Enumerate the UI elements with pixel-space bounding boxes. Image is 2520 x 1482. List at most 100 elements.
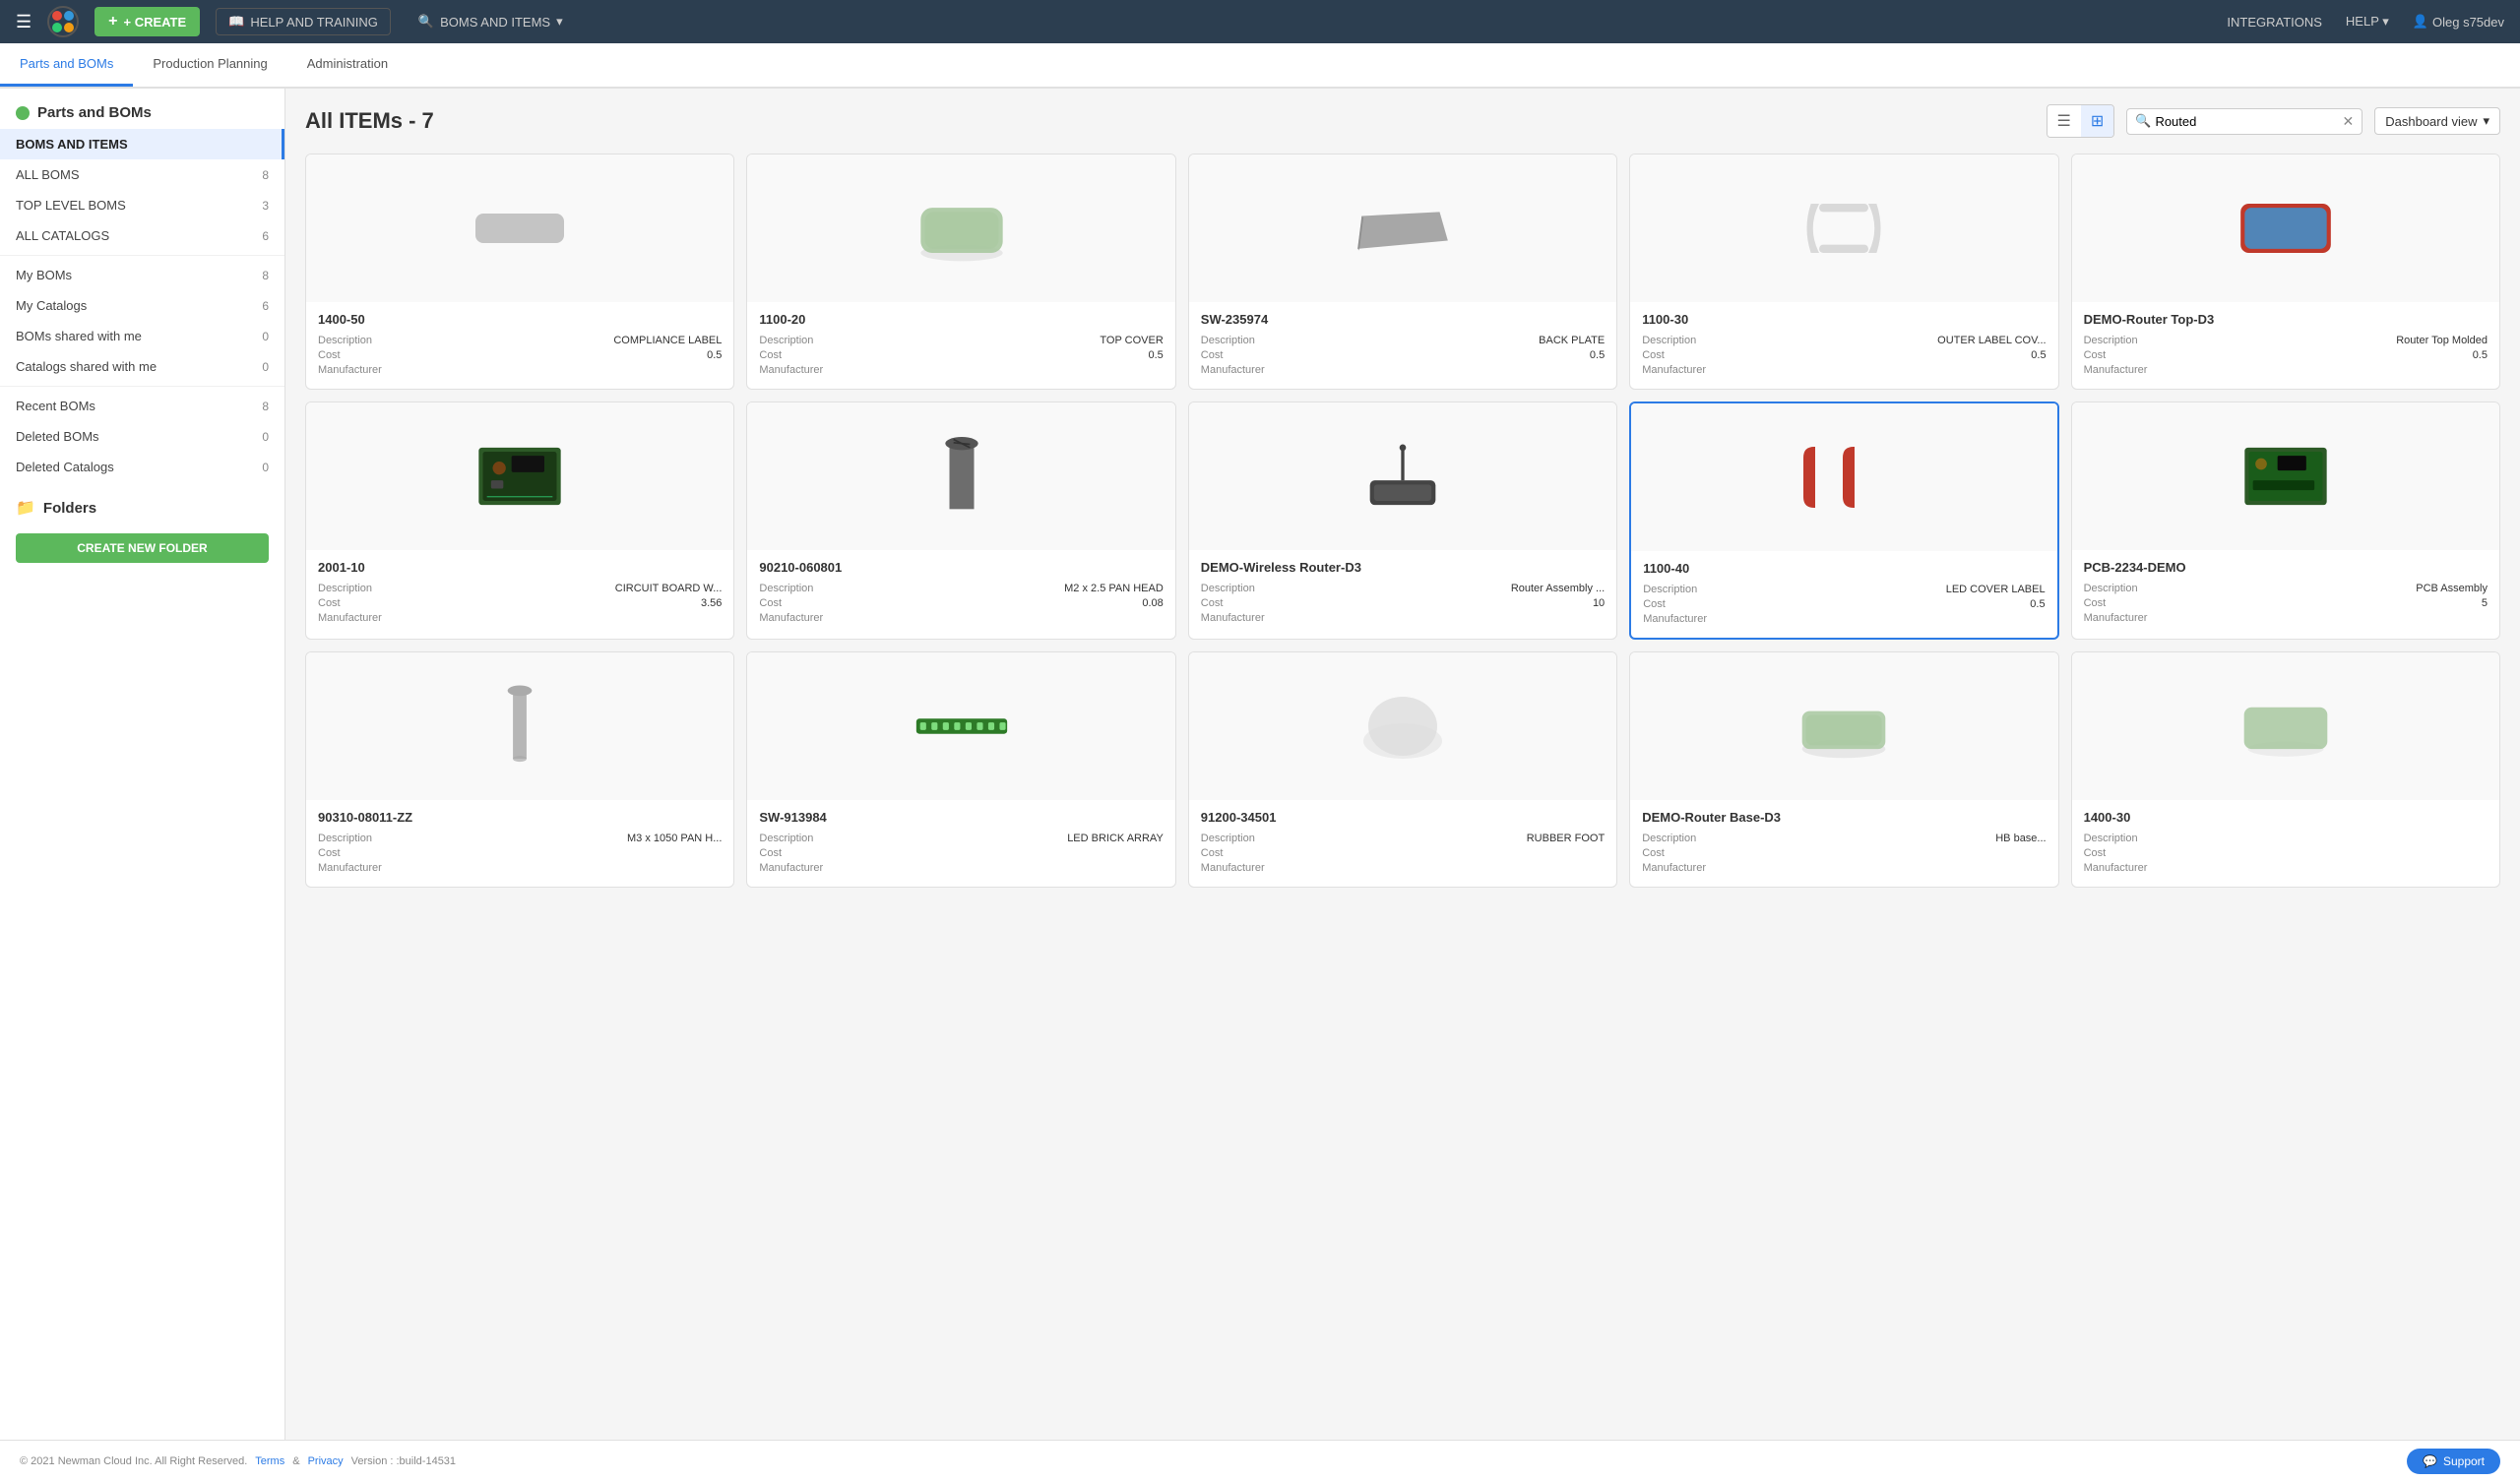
item-manufacturer-row: Manufacturer (318, 862, 722, 874)
item-manufacturer-row: Manufacturer (1201, 862, 1605, 874)
content-header-right: ☰ ⊞ 🔍 ✕ Dashboard view ▾ (2047, 104, 2501, 138)
item-manufacturer-row: Manufacturer (759, 862, 1163, 874)
item-card[interactable]: 1400-50DescriptionCOMPLIANCE LABELCost0.… (305, 154, 734, 390)
item-card[interactable]: 2001-10DescriptionCIRCUIT BOARD W...Cost… (305, 401, 734, 640)
item-manufacturer-row: Manufacturer (759, 612, 1163, 624)
create-button[interactable]: + + CREATE (94, 7, 200, 36)
item-description-row: DescriptionRouter Assembly ... (1201, 583, 1605, 594)
cost-label: Cost (1201, 597, 1224, 609)
sidebar: Parts and BOMs BOMS AND ITEMS ALL BOMS 8… (0, 89, 285, 1440)
tab-parts-boms[interactable]: Parts and BOMs (0, 43, 133, 87)
sidebar-item-all-catalogs[interactable]: ALL CATALOGS 6 (0, 220, 284, 251)
boms-items-search-button[interactable]: 🔍 BOMS AND ITEMS ▾ (407, 9, 575, 34)
item-card[interactable]: DEMO-Router Base-D3 DescriptionHB base...… (1629, 651, 2058, 888)
dashboard-view-select[interactable]: Dashboard view ▾ (2374, 107, 2500, 135)
items-grid: 1400-50DescriptionCOMPLIANCE LABELCost0.… (305, 154, 2500, 888)
sidebar-item-recent-boms[interactable]: Recent BOMs 8 (0, 391, 284, 421)
support-button[interactable]: 💬 Support (2407, 1449, 2500, 1474)
item-description-row: DescriptionHB base... (1642, 833, 2046, 844)
manufacturer-label: Manufacturer (759, 612, 823, 624)
cost-value: 0.5 (2031, 349, 2046, 361)
section-dot (16, 106, 30, 120)
hamburger-menu[interactable]: ☰ (16, 12, 32, 32)
cost-label: Cost (1201, 847, 1224, 859)
help-link[interactable]: HELP ▾ (2346, 14, 2389, 30)
item-image (2072, 402, 2499, 550)
app-logo (47, 6, 79, 37)
description-value: LED BRICK ARRAY (1067, 833, 1164, 844)
sidebar-item-all-boms[interactable]: ALL BOMS 8 (0, 159, 284, 190)
user-menu[interactable]: 👤 Oleg s75dev (2413, 14, 2504, 30)
description-label: Description (1201, 583, 1255, 594)
item-description-row: DescriptionTOP COVER (759, 335, 1163, 346)
top-bar-right: INTEGRATIONS HELP ▾ 👤 Oleg s75dev (2227, 14, 2504, 30)
description-value: RUBBER FOOT (1527, 833, 1605, 844)
sidebar-item-boms-and-items[interactable]: BOMS AND ITEMS (0, 129, 284, 159)
description-label: Description (759, 833, 813, 844)
search-icon: 🔍 (2135, 113, 2151, 129)
cost-label: Cost (318, 847, 341, 859)
description-value: M3 x 1050 PAN H... (627, 833, 722, 844)
cost-value: 0.5 (1149, 349, 1164, 361)
sidebar-divider-2 (0, 386, 284, 387)
description-value: M2 x 2.5 PAN HEAD (1064, 583, 1164, 594)
item-description-row: DescriptionRUBBER FOOT (1201, 833, 1605, 844)
description-value: OUTER LABEL COV... (1937, 335, 2046, 346)
item-id: 90310-08011-ZZ (318, 810, 722, 825)
cost-label: Cost (1642, 847, 1665, 859)
item-id: SW-235974 (1201, 312, 1605, 327)
sidebar-item-boms-shared[interactable]: BOMs shared with me 0 (0, 321, 284, 351)
cost-label: Cost (759, 847, 782, 859)
item-manufacturer-row: Manufacturer (1643, 613, 2045, 625)
privacy-link[interactable]: Privacy (308, 1455, 344, 1467)
support-icon: 💬 (2423, 1454, 2437, 1468)
terms-link[interactable]: Terms (255, 1455, 284, 1467)
clear-search-button[interactable]: ✕ (2343, 113, 2355, 130)
item-image (1189, 154, 1616, 302)
help-training-button[interactable]: 📖 HELP AND TRAINING (216, 8, 391, 35)
tab-production-planning[interactable]: Production Planning (133, 43, 286, 87)
item-id: 91200-34501 (1201, 810, 1605, 825)
item-card[interactable]: 1100-40DescriptionLED COVER LABELCost0.5… (1629, 401, 2058, 640)
item-card[interactable]: DEMO-Router Top-D3DescriptionRouter Top … (2071, 154, 2500, 390)
page-title: All ITEMs - 7 (305, 108, 434, 134)
item-card[interactable]: PCB-2234-DEMODescriptionPCB AssemblyCost… (2071, 401, 2500, 640)
item-id: DEMO-Router Top-D3 (2084, 312, 2488, 327)
sidebar-item-my-catalogs[interactable]: My Catalogs 6 (0, 290, 284, 321)
list-view-button[interactable]: ☰ (2048, 105, 2081, 137)
item-image (306, 154, 733, 302)
item-id: 1100-20 (759, 312, 1163, 327)
tab-administration[interactable]: Administration (287, 43, 408, 87)
item-card[interactable]: 1400-30DescriptionCostManufacturer (2071, 651, 2500, 888)
description-label: Description (2084, 335, 2138, 346)
description-label: Description (2084, 833, 2138, 844)
sidebar-item-deleted-boms[interactable]: Deleted BOMs 0 (0, 421, 284, 452)
cost-value: 0.5 (2473, 349, 2488, 361)
item-card[interactable]: SW-913984DescriptionLED BRICK ARRAYCostM… (746, 651, 1175, 888)
item-id: PCB-2234-DEMO (2084, 560, 2488, 575)
item-card[interactable]: DEMO-Wireless Router-D3DescriptionRouter… (1188, 401, 1617, 640)
description-value: CIRCUIT BOARD W... (615, 583, 723, 594)
sidebar-item-top-level-boms[interactable]: TOP LEVEL BOMS 3 (0, 190, 284, 220)
item-card[interactable]: SW-235974DescriptionBACK PLATECost0.5Man… (1188, 154, 1617, 390)
sidebar-item-my-boms[interactable]: My BOMs 8 (0, 260, 284, 290)
description-label: Description (318, 335, 372, 346)
item-id: 90210-060801 (759, 560, 1163, 575)
item-card[interactable]: 90210-060801DescriptionM2 x 2.5 PAN HEAD… (746, 401, 1175, 640)
search-input[interactable] (2155, 114, 2338, 129)
sidebar-item-deleted-catalogs[interactable]: Deleted Catalogs 0 (0, 452, 284, 482)
sidebar-folders-title: 📁 Folders (0, 482, 284, 525)
item-card[interactable]: 90310-08011-ZZDescriptionM3 x 1050 PAN H… (305, 651, 734, 888)
create-folder-button[interactable]: CREATE NEW FOLDER (16, 533, 269, 563)
item-description-row: DescriptionOUTER LABEL COV... (1642, 335, 2046, 346)
sidebar-item-catalogs-shared[interactable]: Catalogs shared with me 0 (0, 351, 284, 382)
item-cost-row: Cost0.08 (759, 597, 1163, 609)
item-card[interactable]: 1100-30DescriptionOUTER LABEL COV...Cost… (1629, 154, 2058, 390)
item-card[interactable]: 1100-20DescriptionTOP COVERCost0.5Manufa… (746, 154, 1175, 390)
item-image (2072, 154, 2499, 302)
description-label: Description (2084, 583, 2138, 594)
item-card[interactable]: 91200-34501 DescriptionRUBBER FOOT Cost Man… (1188, 651, 1617, 888)
grid-view-button[interactable]: ⊞ (2081, 105, 2113, 137)
item-id: DEMO-Router Base-D3 (1642, 810, 2046, 825)
integrations-link[interactable]: INTEGRATIONS (2227, 15, 2322, 30)
